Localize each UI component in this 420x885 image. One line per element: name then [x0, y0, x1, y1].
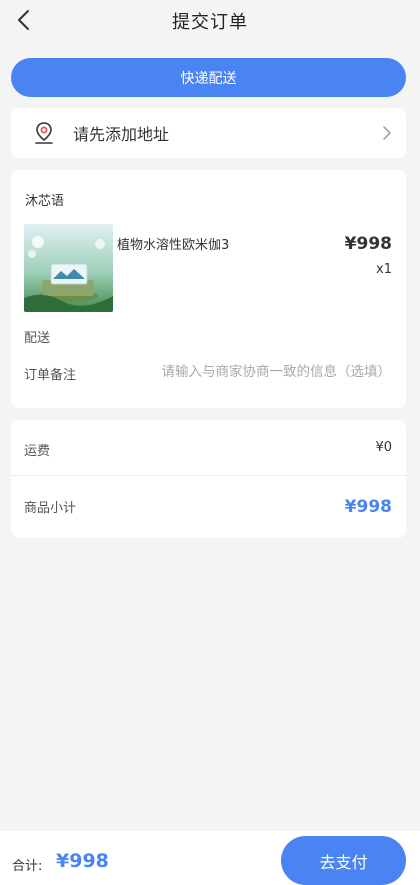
- total-value: ¥998: [56, 850, 109, 872]
- order-remark-input[interactable]: [129, 359, 391, 385]
- product-name: 植物水溶性欧米伽3: [117, 238, 230, 253]
- subtotal-row: 商品小计 ¥998: [11, 477, 406, 533]
- add-address-row[interactable]: 请先添加地址: [11, 108, 406, 158]
- location-pin-icon: [35, 122, 53, 144]
- product-price: ¥998: [344, 234, 392, 254]
- chevron-left-icon: [18, 10, 29, 30]
- product-photo: [24, 224, 113, 312]
- page-title: 提交订单: [172, 12, 248, 33]
- product-quantity: x1: [376, 262, 392, 277]
- product-image[interactable]: [24, 224, 113, 312]
- chevron-right-icon: [383, 126, 391, 140]
- subtotal-value: ¥998: [344, 497, 392, 517]
- freight-value: ¥0: [375, 440, 392, 455]
- shipping-label: 配送: [24, 331, 51, 346]
- add-address-label: 请先添加地址: [73, 125, 170, 144]
- pay-button[interactable]: 去支付: [281, 836, 406, 885]
- order-card: 沐芯语 植物水溶性欧米伽3 ¥998 x1 配送 订单备注: [11, 170, 406, 408]
- subtotal-label: 商品小计: [24, 501, 77, 516]
- freight-label: 运费: [24, 444, 51, 459]
- back-button[interactable]: [10, 6, 38, 34]
- order-remark-label: 订单备注: [24, 368, 77, 383]
- total-label: 合计:: [12, 859, 43, 874]
- checkout-bar: 合计: ¥998 去支付: [0, 831, 420, 885]
- fees-card: 运费 ¥0 商品小计 ¥998: [11, 420, 406, 538]
- shop-name: 沐芯语: [25, 194, 65, 209]
- top-nav-bar: 提交订单: [0, 0, 420, 42]
- express-delivery-button[interactable]: 快递配送: [11, 58, 406, 97]
- freight-row: 运费 ¥0: [11, 420, 406, 476]
